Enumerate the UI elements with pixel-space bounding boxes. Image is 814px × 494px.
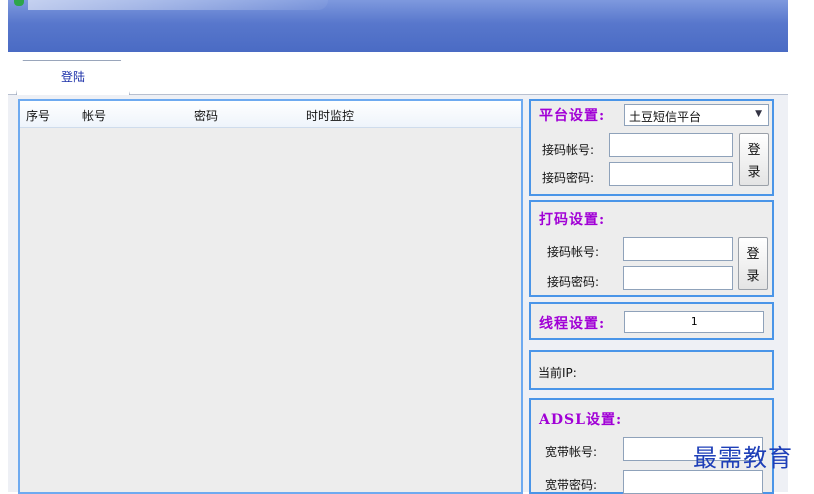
captcha-login-button[interactable]: 登 录 (738, 237, 768, 290)
current-ip-label: 当前IP: (538, 366, 577, 380)
platform-password-input[interactable] (609, 162, 733, 186)
adsl-password-label: 宽带密码: (545, 478, 598, 492)
account-list-header: 序号 帐号 密码 时时监控 (20, 101, 521, 128)
captcha-password-label: 接码密码: (547, 275, 600, 289)
watermark-text: 最需教育 (693, 444, 793, 472)
captcha-account-label: 接码帐号: (547, 245, 600, 259)
account-list[interactable]: 序号 帐号 密码 时时监控 (18, 99, 523, 494)
platform-settings-title: 平台设置: (539, 108, 606, 124)
platform-select[interactable]: 土豆短信平台 ▼ (624, 104, 769, 126)
app-logo-icon (14, 0, 24, 6)
captcha-settings-group: 打码设置: 接码帐号: 接码密码: 登 录 (529, 200, 774, 297)
titlebar-highlight (28, 0, 328, 10)
column-header-monitor[interactable]: 时时监控 (306, 107, 354, 124)
thread-settings-group: 线程设置: 1 (529, 302, 774, 340)
platform-login-button[interactable]: 登 录 (739, 133, 769, 186)
chevron-down-icon[interactable]: ▼ (755, 109, 762, 119)
platform-account-input[interactable] (609, 133, 733, 157)
tab-strip: 登陆 (8, 52, 788, 95)
main-window: 登陆 序号 帐号 密码 时时监控 平台设置: 土豆短信平台 ▼ 接码帐号: 接码… (8, 52, 788, 494)
captcha-account-input[interactable] (623, 237, 733, 261)
platform-login-button-label-1: 登 (747, 143, 761, 159)
captcha-password-input[interactable] (623, 266, 733, 290)
thread-settings-title: 线程设置: (539, 316, 606, 332)
column-header-index[interactable]: 序号 (26, 107, 50, 124)
platform-account-label: 接码帐号: (542, 143, 595, 157)
tab-login-label: 登陆 (60, 70, 85, 84)
platform-settings-group: 平台设置: 土豆短信平台 ▼ 接码帐号: 接码密码: 登 录 (529, 99, 774, 196)
column-header-password[interactable]: 密码 (194, 107, 218, 124)
current-ip-group: 当前IP: (529, 350, 774, 390)
captcha-login-button-label-2: 录 (746, 268, 760, 284)
captcha-settings-title: 打码设置: (539, 212, 606, 228)
column-header-account[interactable]: 帐号 (82, 107, 106, 124)
platform-password-label: 接码密码: (542, 171, 595, 185)
platform-select-value: 土豆短信平台 (629, 110, 702, 124)
adsl-settings-title: ADSL设置: (539, 412, 623, 428)
window-titlebar[interactable] (8, 0, 788, 52)
tab-login[interactable]: 登陆 (16, 60, 130, 95)
adsl-password-input[interactable] (623, 470, 763, 494)
adsl-account-label: 宽带帐号: (545, 445, 598, 459)
thread-count-input[interactable]: 1 (624, 311, 764, 333)
platform-login-button-label-2: 录 (747, 164, 761, 180)
captcha-login-button-label-1: 登 (746, 247, 760, 263)
